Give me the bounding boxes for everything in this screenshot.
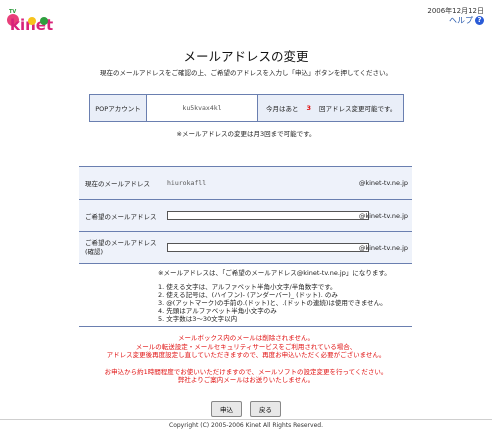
page-title: メールアドレスの変更 — [183, 49, 309, 64]
pop-account-label: POPアカウント — [90, 95, 147, 121]
warning-line: アドレス変更後再度設定し直していただきますので、再度お申込いただく必要がございま… — [106, 351, 386, 359]
confirm-address-row: ご希望のメールアドレス (確認) @kinet-tv.ne.jp — [79, 232, 412, 263]
account-info-table: POPアカウント ku5kvax4kl 今月はあと 3 回アドレス変更可能です。 — [89, 94, 404, 122]
action-buttons: 申込 戻る — [0, 401, 492, 417]
warning-line: 弊社よりご案内メールはお送りいたしません。 — [177, 376, 315, 384]
confirm-address-label-line1: ご希望のメールアドレス — [85, 238, 157, 247]
warning-line: お申込から約1時間程度でお使いいただけますので、メールソフトの設定変更を行ってく… — [104, 367, 388, 376]
remaining-suffix: 回アドレス変更可能です。 — [319, 105, 397, 113]
remaining-count: 3 — [306, 104, 312, 112]
rule-item: 1. 使える文字は、アルファベット半角小文字/半角数字です。 — [158, 283, 337, 291]
rule-item: 4. 先頭はアルファベット半角小文字のみ — [158, 307, 277, 315]
desired-address-label: ご希望のメールアドレス — [85, 212, 157, 221]
warning-notice: メールボックス内のメールは削除されません。 メールの転送設定・メールセキュリティ… — [0, 334, 492, 385]
page-lead-text: 現在のメールアドレスをご確認の上、ご希望のアドレスを入力し「申込」ボタンを押して… — [99, 69, 393, 77]
desired-address-row: ご希望のメールアドレス @kinet-tv.ne.jp — [79, 200, 412, 231]
address-change-form: 現在のメールアドレス hiurokafll @kinet-tv.ne.jp ご希… — [79, 166, 412, 264]
rule-item: 3. @(アットマーク)の手前の.(ドット)と、.(ドットの連続)は使用できませ… — [158, 299, 387, 307]
warning-spacer — [0, 360, 492, 368]
remaining-prefix: 今月はあと — [266, 105, 299, 113]
domain-suffix: @kinet-tv.ne.jp — [358, 179, 408, 187]
current-address-row: 現在のメールアドレス hiurokafll @kinet-tv.ne.jp — [79, 167, 412, 199]
remaining-changes: 今月はあと 3 回アドレス変更可能です。 — [258, 95, 403, 121]
domain-suffix: @kinet-tv.ne.jp — [358, 211, 408, 220]
domain-suffix: @kinet-tv.ne.jp — [358, 243, 408, 252]
help-label[interactable]: ヘルプ — [449, 15, 473, 26]
current-address-value: hiurokafll — [167, 179, 207, 187]
confirm-address-label: ご希望のメールアドレス (確認) — [79, 239, 167, 257]
confirm-address-label-line2: (確認) — [85, 247, 104, 256]
warning-line: メールボックス内のメールは削除されません。 — [177, 334, 315, 342]
help-icon[interactable]: ? — [475, 16, 484, 25]
address-rules-list: 1. 使える文字は、アルファベット半角小文字/半角数字です。 2. 使える記号は… — [158, 283, 387, 323]
rule-item: 5. 文字数は3〜30文字以内 — [158, 315, 238, 323]
pop-account-value: ku5kvax4kl — [147, 95, 258, 121]
current-address-label: 現在のメールアドレス — [85, 180, 150, 188]
address-format-note: ※メールアドレスは、「ご希望のメールアドレス@kinet-tv.ne.jp」にな… — [158, 269, 391, 277]
desired-address-input[interactable] — [167, 211, 369, 220]
change-limit-note: ※メールアドレスの変更は月3回まで可能です。 — [176, 130, 316, 138]
logo-tv-text: TV — [9, 9, 16, 15]
divider — [79, 263, 412, 264]
kinet-logo: TV kinet — [4, 4, 64, 34]
warning-line: メールの転送設定・メールセキュリティサービスをご利用されている場合、 — [135, 342, 357, 351]
rule-item: 2. 使える記号は、(ハイフン)- (アンダーバー)_ (ドット). のみ — [158, 291, 338, 299]
copyright-footer: Copyright (C) 2005-2006 Kinet All Rights… — [0, 419, 492, 429]
help-link[interactable]: ヘルプ ? — [449, 15, 484, 26]
divider — [79, 326, 412, 327]
back-button[interactable]: 戻る — [250, 401, 281, 417]
confirm-address-input[interactable] — [167, 243, 369, 252]
submit-button[interactable]: 申込 — [211, 401, 242, 417]
